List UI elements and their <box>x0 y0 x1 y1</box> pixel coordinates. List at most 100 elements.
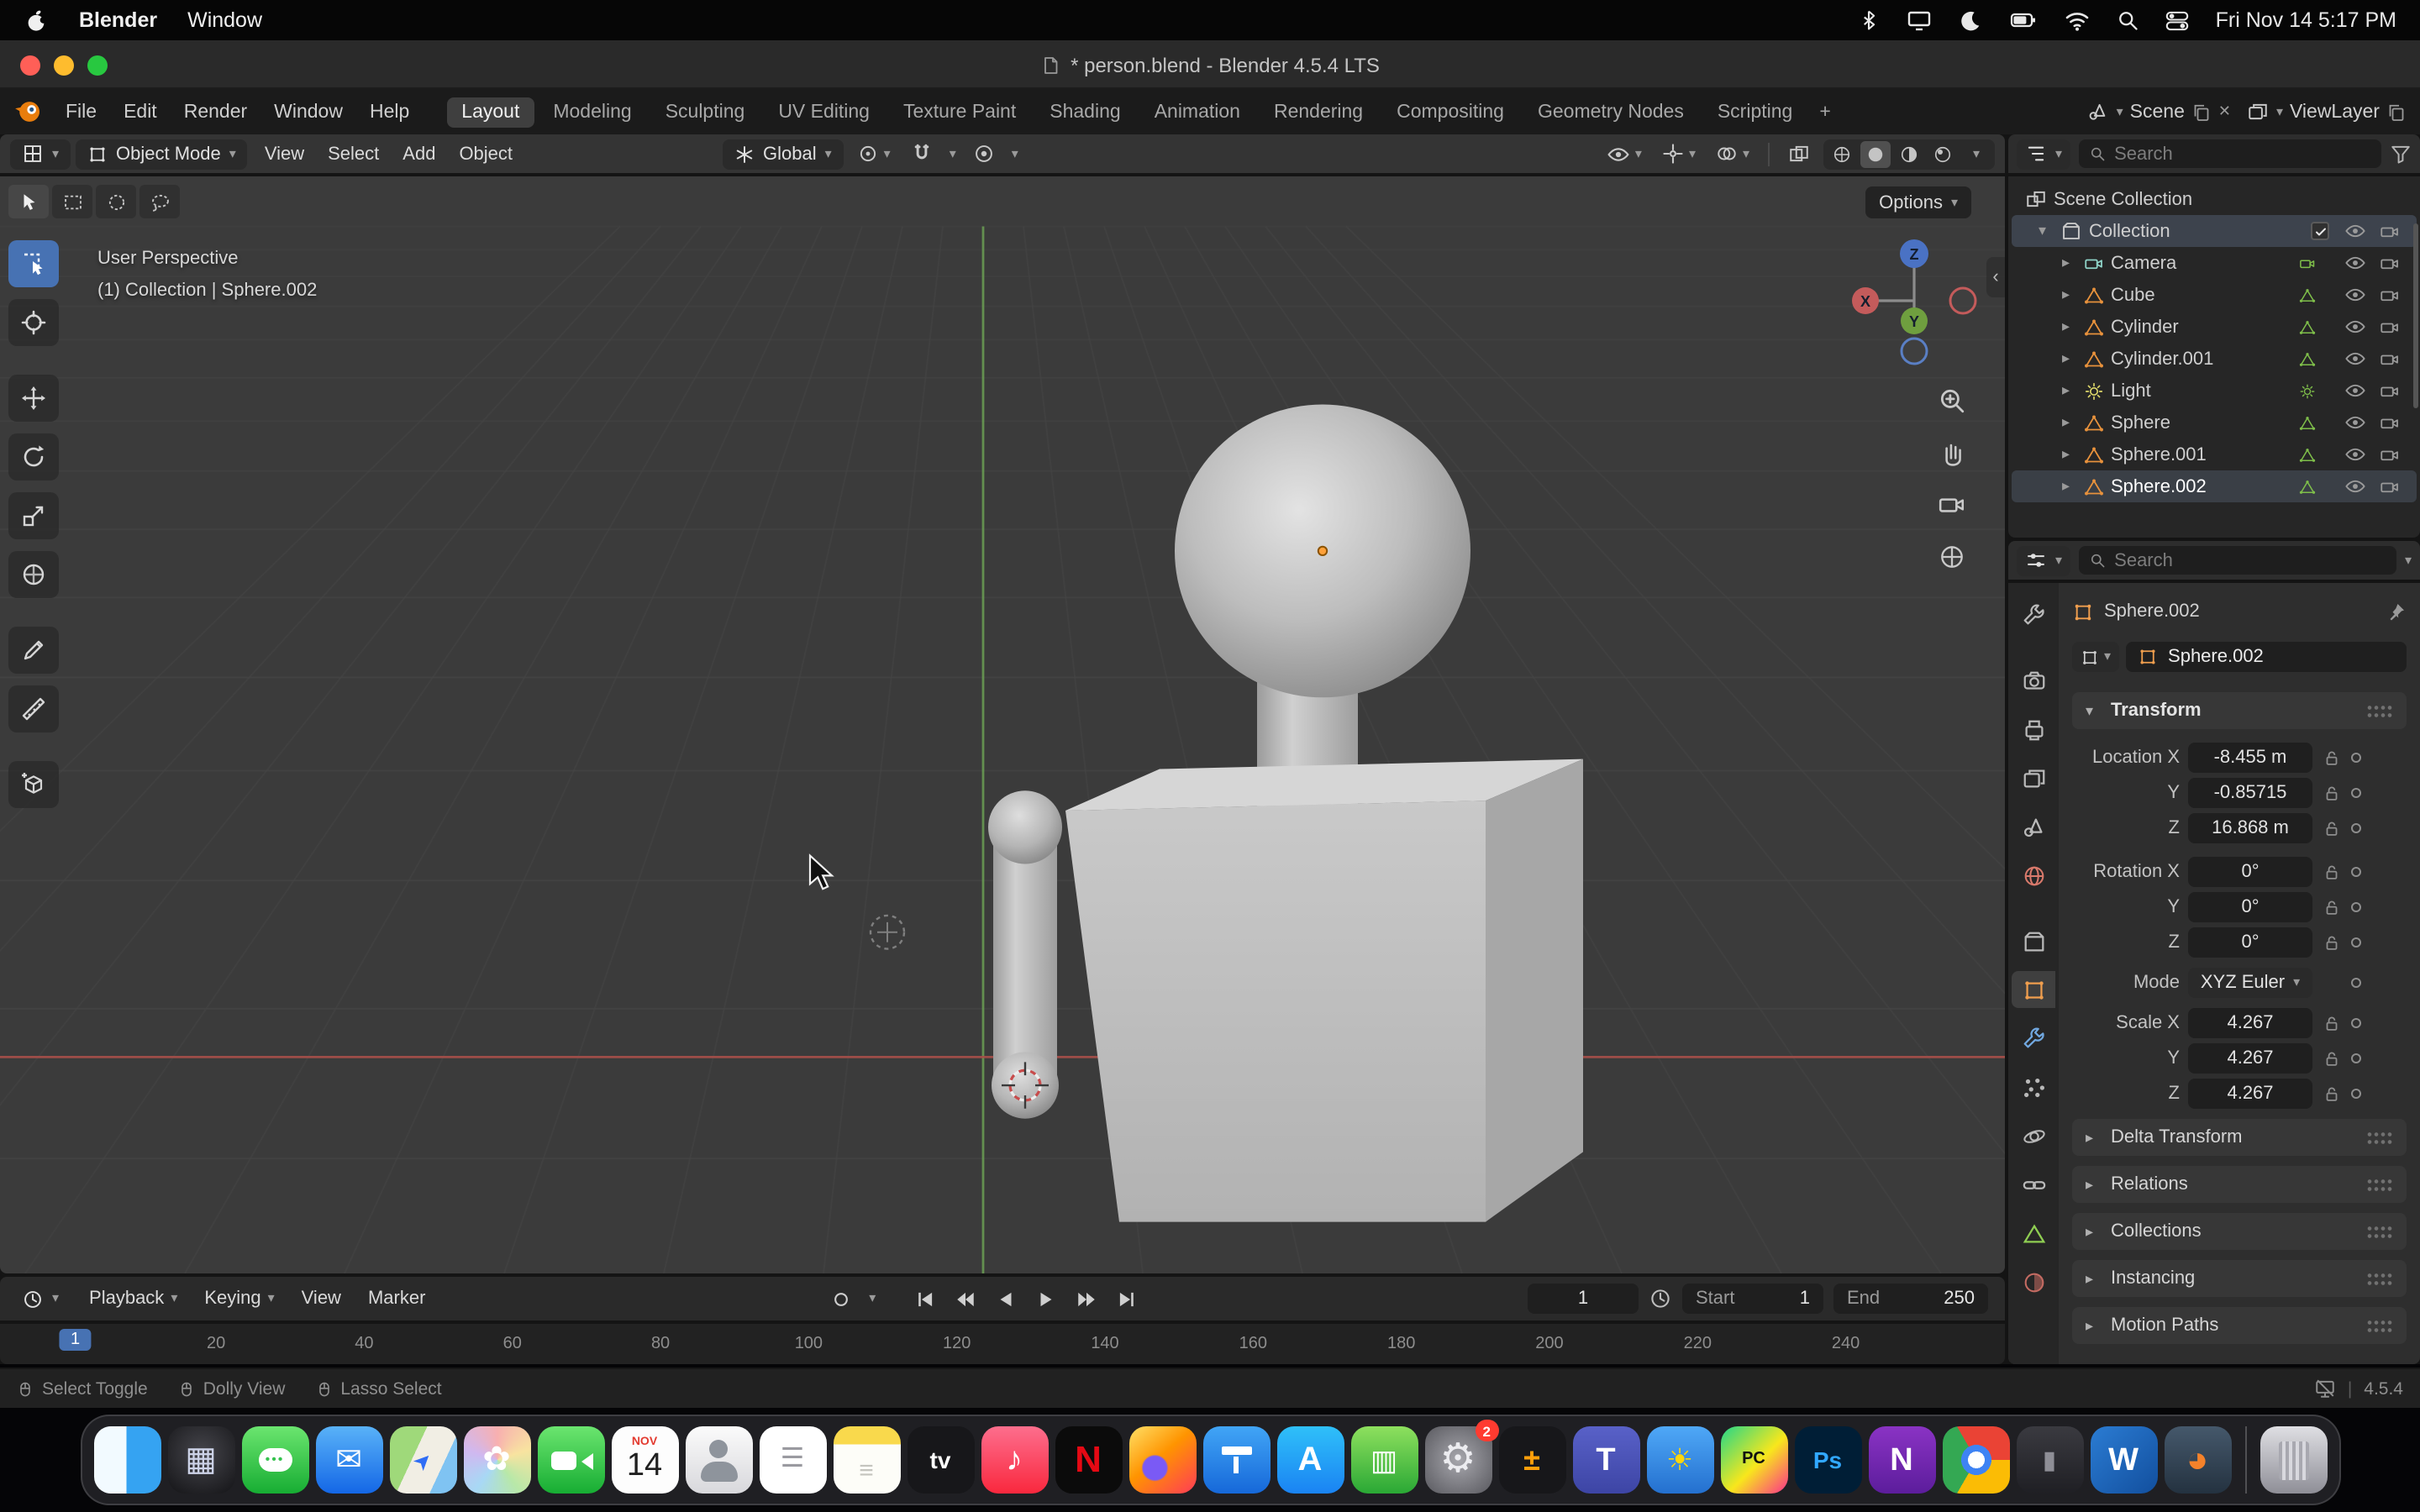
tab-tool[interactable] <box>2012 596 2055 633</box>
playhead[interactable]: 1 <box>59 1329 92 1351</box>
transform-orientation-dropdown[interactable]: Global ▾ <box>723 139 844 169</box>
timeline-editor-type-button[interactable]: ▾ <box>10 1284 71 1314</box>
outliner-item[interactable]: ▸ Sphere <box>2012 407 2417 438</box>
timeline-menu[interactable]: View <box>288 1284 355 1314</box>
chevron-right-icon[interactable]: ▸ <box>2062 477 2077 496</box>
blender-logo-icon[interactable] <box>13 97 42 126</box>
properties-search[interactable] <box>2079 546 2396 575</box>
animate-property-button[interactable] <box>2351 902 2361 912</box>
object-name-field[interactable]: Sphere.002 <box>2126 642 2407 672</box>
chevron-right-icon[interactable]: ▸ <box>2062 445 2077 464</box>
outliner-item[interactable]: ▸ Cube <box>2012 279 2417 311</box>
overlays-dropdown[interactable]: ▾ <box>1709 139 1756 169</box>
workspace-tab[interactable]: Scripting <box>1702 97 1808 127</box>
3d-viewport[interactable]: User Perspective (1) Collection | Sphere… <box>0 176 2005 1273</box>
dock-icon-onenote[interactable]: N <box>1868 1426 1935 1494</box>
current-frame-field[interactable]: 1 <box>1528 1284 1639 1314</box>
workspace-tab[interactable]: Shading <box>1034 97 1135 127</box>
tab-modifiers[interactable] <box>2012 1020 2055 1057</box>
tool-add-cube[interactable] <box>8 761 59 808</box>
dock-icon-pycharm[interactable]: PC <box>1720 1426 1787 1494</box>
topbar-menu[interactable]: Window <box>260 97 356 127</box>
xray-toggle[interactable] <box>1781 139 1817 169</box>
snap-toggle[interactable] <box>904 139 939 169</box>
timeline-menu[interactable]: Keying ▾ <box>191 1284 287 1314</box>
tab-scene[interactable] <box>2012 808 2055 845</box>
dock-icon-numbers[interactable]: ▥ <box>1350 1426 1418 1494</box>
hide-in-viewport-toggle[interactable] <box>2344 444 2366 465</box>
properties-filter-dropdown[interactable]: ▾ <box>2405 554 2412 567</box>
gizmos-dropdown[interactable]: ▾ <box>1655 139 1702 169</box>
transform-value-field[interactable]: 4.267 <box>2188 1043 2312 1074</box>
dock-icon-app-store[interactable]: A <box>1276 1426 1344 1494</box>
focus-moon-icon[interactable] <box>1959 8 1984 33</box>
workspace-tab[interactable]: Animation <box>1139 97 1255 127</box>
outliner-scrollbar[interactable] <box>2413 223 2418 408</box>
filter-icon[interactable] <box>2390 143 2412 165</box>
menubar-app-name[interactable]: Blender <box>79 8 157 32</box>
scene-selector[interactable]: ▾ Scene ✕ <box>2088 101 2231 123</box>
dock-icon-music[interactable]: ♪ <box>981 1426 1048 1494</box>
hide-in-viewport-toggle[interactable] <box>2344 380 2366 402</box>
sidebar-toggle[interactable]: ‹ <box>1986 257 2005 297</box>
apple-menu-icon[interactable] <box>24 8 49 33</box>
panel-section-header[interactable]: ▸ Instancing <box>2072 1260 2407 1297</box>
animate-property-button[interactable] <box>2351 867 2361 877</box>
tool-rotate[interactable] <box>8 433 59 480</box>
properties-search-input[interactable] <box>2114 550 2386 570</box>
hide-in-viewport-toggle[interactable] <box>2344 475 2366 497</box>
tool-measure[interactable] <box>8 685 59 732</box>
dock-icon-trash[interactable] <box>2260 1426 2327 1494</box>
object-visibility-dropdown[interactable]: ▾ <box>1600 139 1649 169</box>
new-scene-icon[interactable] <box>2191 102 2212 122</box>
disable-in-renders-toggle[interactable] <box>2380 444 2400 465</box>
dock-icon-data-jar[interactable]: ▮ <box>2016 1426 2083 1494</box>
outliner-item[interactable]: ▸ Cylinder <box>2012 311 2417 343</box>
transform-value-field[interactable]: 0° <box>2188 927 2312 958</box>
transform-value-field[interactable]: XYZ Euler ▾ <box>2188 968 2312 998</box>
disable-in-renders-toggle[interactable] <box>2380 317 2400 337</box>
tab-data[interactable] <box>2012 1215 2055 1252</box>
workspace-tab[interactable]: Sculpting <box>650 97 760 127</box>
dock-icon-finder[interactable] <box>93 1426 160 1494</box>
viewport-menu[interactable]: Select <box>316 139 391 169</box>
mode-dropdown[interactable]: Object Mode ▾ <box>76 139 248 169</box>
dock-icon-keynote[interactable] <box>1202 1426 1270 1494</box>
hide-in-viewport-toggle[interactable] <box>2344 252 2366 274</box>
dock-icon-system-settings[interactable]: ⚙ 2 <box>1424 1426 1491 1494</box>
proportional-falloff-dropdown[interactable]: ▾ <box>1008 139 1022 169</box>
disable-in-renders-toggle[interactable] <box>2380 285 2400 305</box>
transform-value-field[interactable]: -0.85715 <box>2188 778 2312 808</box>
transform-panel-header[interactable]: ▾ Transform <box>2072 692 2407 729</box>
camera-view-button[interactable] <box>1938 489 1968 519</box>
lock-icon[interactable] <box>2323 1014 2341 1032</box>
options-button[interactable]: Options ▾ <box>1865 186 1971 218</box>
chevron-right-icon[interactable]: ▸ <box>2062 318 2077 336</box>
shading-solid-button[interactable] <box>1860 140 1891 167</box>
tool-annotate[interactable] <box>8 627 59 674</box>
lock-icon[interactable] <box>2323 898 2341 916</box>
tab-world[interactable] <box>2012 857 2055 894</box>
topbar-menu[interactable]: Render <box>171 97 260 127</box>
transform-value-field[interactable]: 4.267 <box>2188 1008 2312 1038</box>
topbar-menu[interactable]: Help <box>356 97 423 127</box>
dock-icon-word[interactable]: W <box>2090 1426 2157 1494</box>
animate-property-button[interactable] <box>2351 1053 2361 1063</box>
chevron-right-icon[interactable]: ▸ <box>2062 413 2077 432</box>
frame-start-field[interactable]: Start1 <box>1682 1284 1823 1314</box>
lock-icon[interactable] <box>2323 863 2341 881</box>
select-mode-tweak[interactable] <box>8 185 49 218</box>
tool-cursor[interactable] <box>8 299 59 346</box>
outliner-item[interactable]: ▸ Sphere.002 <box>2012 470 2417 502</box>
viewport-menu[interactable]: Object <box>447 139 524 169</box>
select-mode-circle[interactable] <box>96 185 136 218</box>
tab-material[interactable] <box>2012 1263 2055 1300</box>
panel-section-header[interactable]: ▸ Collections <box>2072 1213 2407 1250</box>
jump-next-keyframe-button[interactable] <box>1067 1284 1104 1314</box>
hide-in-viewport-toggle[interactable] <box>2344 220 2366 242</box>
disable-in-renders-toggle[interactable] <box>2380 412 2400 433</box>
dock-icon-netflix[interactable]: N <box>1055 1426 1122 1494</box>
tab-constraints[interactable] <box>2012 1166 2055 1203</box>
pin-icon[interactable] <box>2386 601 2407 622</box>
hide-in-viewport-toggle[interactable] <box>2344 412 2366 433</box>
